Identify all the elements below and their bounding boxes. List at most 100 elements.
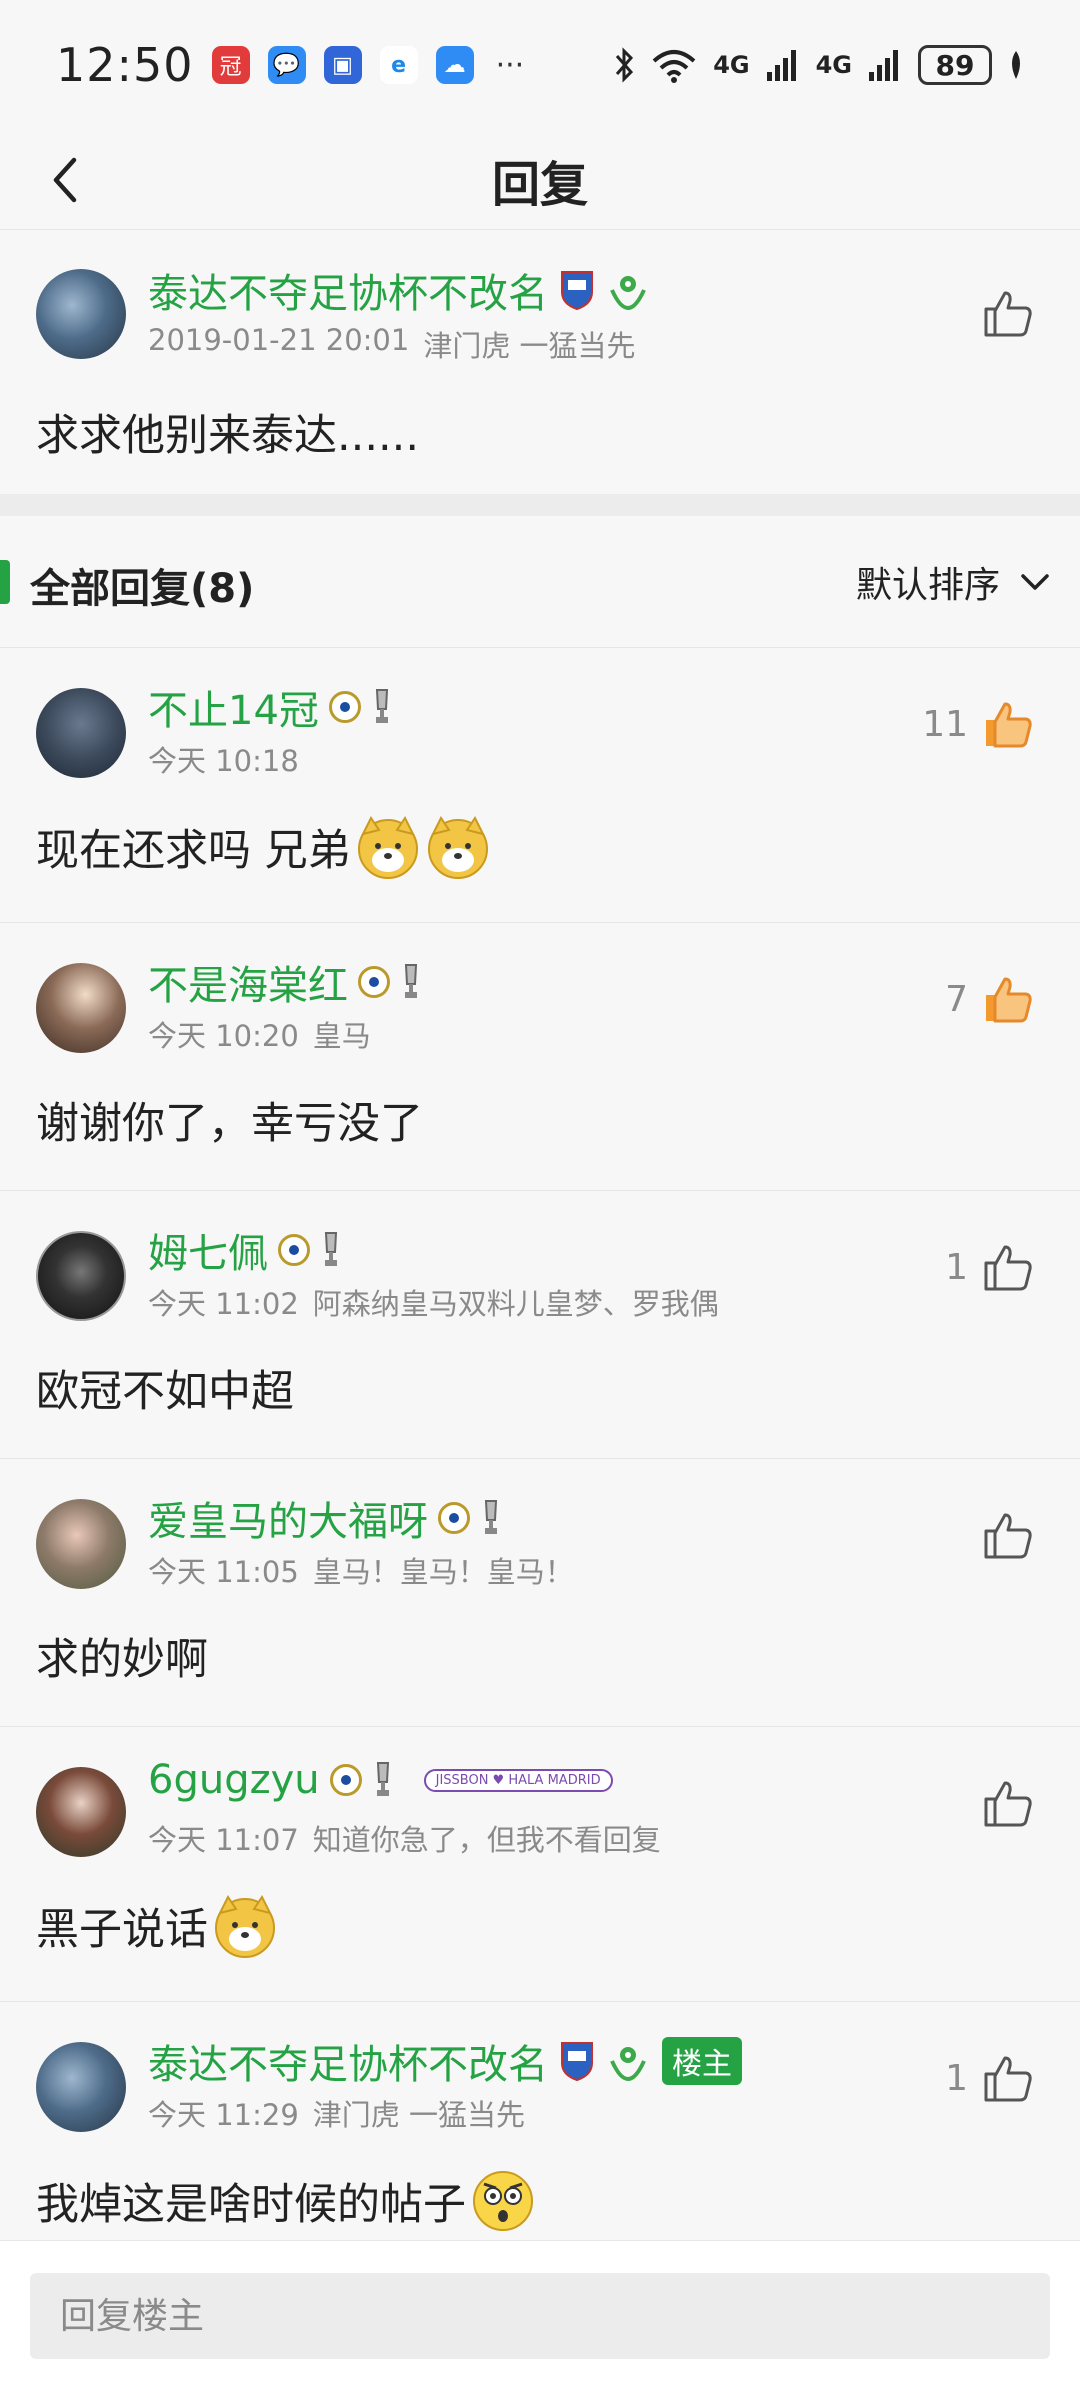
level-emblem-icon bbox=[610, 276, 646, 310]
chat-notification-icon: 💬 bbox=[267, 46, 306, 84]
charging-leaf-icon bbox=[1012, 51, 1020, 79]
more-notifications-icon: ··· bbox=[495, 47, 525, 83]
like-button[interactable]: 11 bbox=[922, 698, 1034, 750]
real-madrid-badge-icon bbox=[329, 1764, 362, 1796]
thumbs-up-icon bbox=[984, 1781, 1032, 1827]
bluetooth-icon bbox=[616, 47, 634, 83]
reply-text: 求的妙啊 bbox=[36, 1635, 208, 1685]
username[interactable]: 爱皇马的大福呀 bbox=[148, 1489, 428, 1547]
username[interactable]: 不是海棠红 bbox=[148, 953, 348, 1011]
network-type-2: 4G bbox=[815, 51, 852, 79]
sort-label: 默认排序 bbox=[855, 565, 1000, 606]
network-type-1: 4G bbox=[713, 51, 750, 79]
reply-content: 求的妙啊 bbox=[36, 1625, 208, 1687]
trophy-icon bbox=[376, 1762, 389, 1796]
avatar[interactable] bbox=[36, 1499, 126, 1589]
like-button[interactable] bbox=[982, 287, 1034, 339]
reply-text: 欧冠不如中超 bbox=[36, 1367, 294, 1417]
real-madrid-badge-icon bbox=[278, 1234, 310, 1266]
weather-notification-icon: ☁ bbox=[435, 46, 474, 84]
team-shield-icon bbox=[561, 2042, 593, 2081]
real-madrid-badge-icon bbox=[358, 966, 390, 998]
reply-meta: 今天 11:05 皇马！皇马！皇马！ bbox=[148, 1549, 574, 1591]
username-row: 爱皇马的大福呀 bbox=[148, 1489, 502, 1547]
reply-meta: 今天 11:29 津门虎 一猛当先 bbox=[148, 2092, 525, 2134]
signal-icon bbox=[869, 50, 898, 81]
reply-content: 黑子说话 bbox=[36, 1893, 278, 1959]
browser-notification-icon: e bbox=[379, 46, 418, 84]
fan-tag-badge: JISSBON ♥ HALA MADRID bbox=[423, 1768, 613, 1792]
reply-item: 6gugzyu JISSBON ♥ HALA MADRID 今天 11:07 知… bbox=[0, 1727, 1080, 2002]
username[interactable]: 泰达不夺足协杯不改名 bbox=[148, 2032, 548, 2090]
reply-text: 我焯这是啥时候的帖子 bbox=[36, 2180, 466, 2230]
reply-meta: 今天 11:07 知道你急了，但我不看回复 bbox=[148, 1817, 661, 1859]
shocked-emoji-icon bbox=[473, 2171, 533, 2231]
divider bbox=[0, 494, 1080, 516]
main-post: 泰达不夺足协杯不改名 2019-01-21 20:01 津门虎 一猛当先 求求他… bbox=[0, 231, 1080, 494]
page-title: 回复 bbox=[491, 156, 588, 213]
trophy-icon bbox=[324, 1232, 338, 1266]
username[interactable]: 泰达不夺足协杯不改名 bbox=[148, 261, 548, 319]
reply-item: 不是海棠红 今天 10:20 皇马 7 谢谢你了，幸亏没了 bbox=[0, 923, 1080, 1191]
like-count: 1 bbox=[945, 1246, 968, 1288]
like-count: 11 bbox=[922, 703, 968, 745]
like-button[interactable] bbox=[982, 1777, 1034, 1829]
like-button[interactable]: 1 bbox=[945, 2052, 1034, 2104]
sort-dropdown[interactable]: 默认排序 bbox=[856, 556, 1050, 608]
trophy-icon bbox=[484, 1500, 498, 1534]
reply-content: 现在还求吗 兄弟 bbox=[36, 814, 491, 880]
status-time: 12:50 bbox=[56, 38, 194, 92]
wifi-icon bbox=[652, 50, 696, 83]
reply-time: 今天 11:29 bbox=[148, 2098, 299, 2132]
username[interactable]: 不止14冠 bbox=[148, 678, 319, 736]
username[interactable]: 姆七佩 bbox=[148, 1221, 268, 1279]
like-button[interactable]: 7 bbox=[945, 973, 1034, 1025]
reply-content: 我焯这是啥时候的帖子 bbox=[36, 2168, 536, 2234]
avatar[interactable] bbox=[36, 2042, 126, 2132]
status-bar: 12:50 冠 💬 ▣ e ☁ ··· 4G 4G 89 bbox=[0, 0, 1080, 130]
username-row: 姆七佩 bbox=[148, 1221, 342, 1279]
reply-item: 泰达不夺足协杯不改名 楼主 今天 11:29 津门虎 一猛当先 1 我焯这是啥时… bbox=[0, 2002, 1080, 2240]
real-madrid-badge-icon bbox=[328, 691, 361, 723]
username-row: 不止14冠 bbox=[148, 678, 393, 736]
reply-time: 今天 10:18 bbox=[148, 744, 299, 778]
reply-item: 不止14冠 今天 10:18 11 现在还求吗 兄弟 bbox=[0, 648, 1080, 923]
avatar[interactable] bbox=[36, 1231, 126, 1321]
username-row: 不是海棠红 bbox=[148, 953, 422, 1011]
thumbs-up-icon bbox=[986, 977, 1032, 1023]
post-content: 求求他别来泰达...... bbox=[36, 411, 420, 461]
reply-input[interactable] bbox=[30, 2273, 1050, 2359]
thread-owner-badge: 楼主 bbox=[662, 2037, 742, 2085]
trophy-icon bbox=[375, 689, 388, 723]
back-chevron-icon[interactable] bbox=[40, 152, 96, 208]
thumbs-up-icon bbox=[984, 1513, 1032, 1559]
status-indicators: 4G 4G 89 bbox=[613, 45, 1024, 85]
post-date: 2019-01-21 20:01 bbox=[148, 323, 410, 357]
reply-content: 欧冠不如中超 bbox=[36, 1357, 294, 1419]
avatar[interactable] bbox=[36, 688, 126, 778]
avatar[interactable] bbox=[36, 963, 126, 1053]
reply-meta: 今天 10:20 皇马 bbox=[148, 1013, 371, 1055]
reply-text: 谢谢你了，幸亏没了 bbox=[36, 1099, 423, 1149]
username[interactable]: 6gugzyu bbox=[148, 1757, 320, 1803]
battery-indicator: 89 bbox=[918, 45, 992, 85]
like-button[interactable] bbox=[982, 1509, 1034, 1561]
avatar[interactable] bbox=[36, 269, 126, 359]
chevron-down-icon bbox=[1021, 574, 1049, 590]
level-emblem-icon bbox=[610, 2047, 646, 2081]
username-row: 泰达不夺足协杯不改名 楼主 bbox=[148, 2032, 742, 2090]
thumbs-up-icon bbox=[984, 2056, 1032, 2102]
reply-time: 今天 11:05 bbox=[148, 1555, 299, 1589]
avatar[interactable] bbox=[36, 1767, 126, 1857]
top-nav: 回复 bbox=[0, 130, 1080, 230]
app-notification-icon: 冠 bbox=[211, 46, 250, 84]
reply-time: 今天 10:20 bbox=[148, 1019, 299, 1053]
like-count: 1 bbox=[945, 2057, 968, 2099]
replies-header: 全部回复(8) 默认排序 bbox=[0, 516, 1080, 648]
user-signature: 皇马！皇马！皇马！ bbox=[312, 1555, 574, 1589]
signal-icon bbox=[766, 50, 796, 81]
like-count: 7 bbox=[945, 978, 968, 1020]
section-title: 全部回复(8) bbox=[30, 566, 255, 612]
like-button[interactable]: 1 bbox=[945, 1241, 1034, 1293]
doge-emoji-icon bbox=[215, 1895, 275, 1958]
